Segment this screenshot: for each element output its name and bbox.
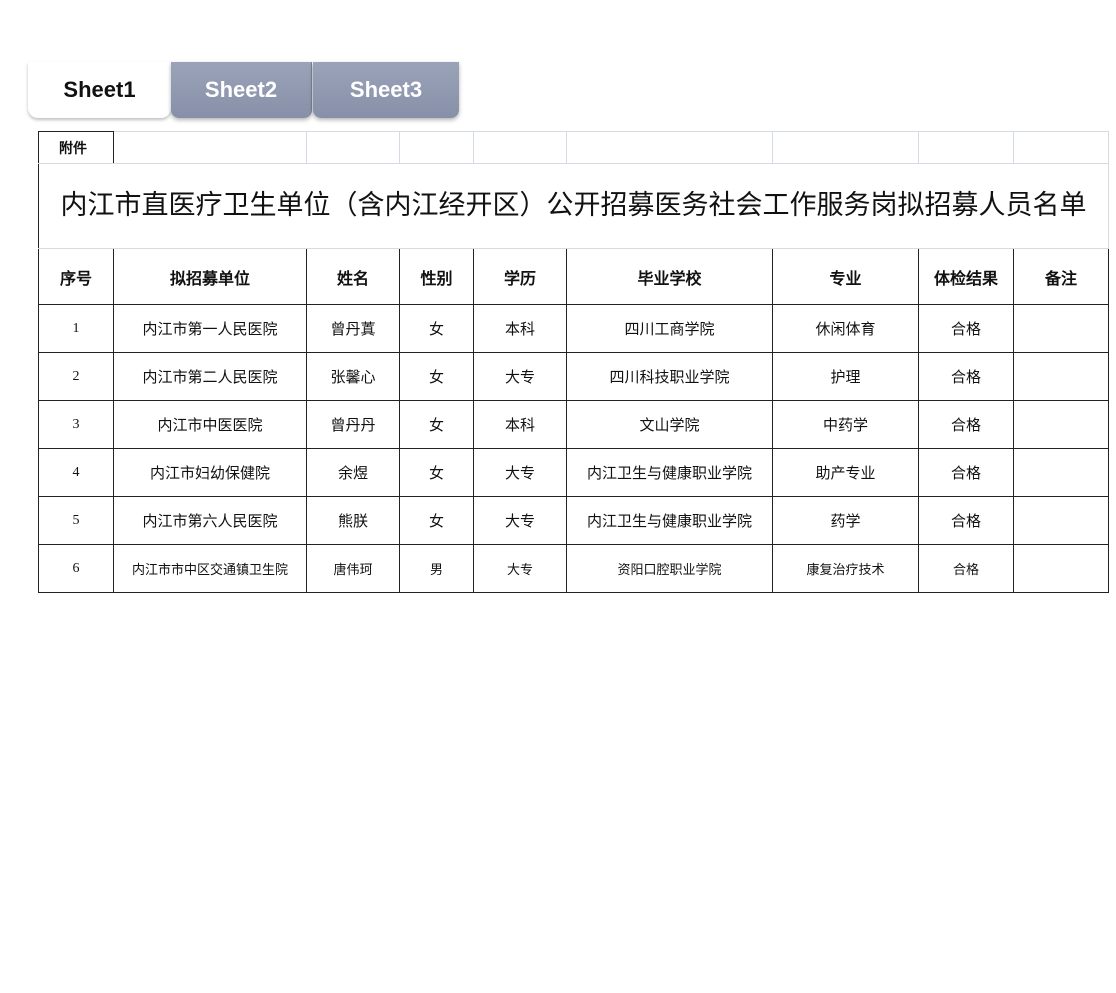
- cell-exam-result[interactable]: 合格: [918, 544, 1014, 593]
- cell-unit[interactable]: 内江市第一人民医院: [113, 304, 307, 353]
- cell-unit[interactable]: 内江市妇幼保健院: [113, 448, 307, 497]
- header-cell-gender[interactable]: 性别: [399, 248, 474, 305]
- cell-name[interactable]: 唐伟珂: [306, 544, 400, 593]
- cell-unit[interactable]: 内江市第六人民医院: [113, 496, 307, 545]
- cell-education[interactable]: 本科: [473, 400, 567, 449]
- cell-name[interactable]: 曾丹蒖: [306, 304, 400, 353]
- empty-cell[interactable]: [566, 131, 773, 164]
- cell-school[interactable]: 四川科技职业学院: [566, 352, 773, 401]
- attachment-row: 附件: [38, 131, 1109, 164]
- cell-gender[interactable]: 男: [399, 544, 474, 593]
- cell-remarks[interactable]: [1013, 352, 1109, 401]
- cell-name[interactable]: 张馨心: [306, 352, 400, 401]
- attachment-label[interactable]: 附件: [38, 131, 114, 164]
- cell-exam-result[interactable]: 合格: [918, 352, 1014, 401]
- header-cell-exam-result[interactable]: 体检结果: [918, 248, 1014, 305]
- cell-school[interactable]: 资阳口腔职业学院: [566, 544, 773, 593]
- table-row: 4 内江市妇幼保健院 余煜 女 大专 内江卫生与健康职业学院 助产专业 合格: [38, 448, 1109, 497]
- cell-major[interactable]: 助产专业: [772, 448, 919, 497]
- table-row: 3 内江市中医医院 曾丹丹 女 本科 文山学院 中药学 合格: [38, 400, 1109, 449]
- cell-education[interactable]: 大专: [473, 352, 567, 401]
- tab-sheet2[interactable]: Sheet2: [171, 62, 312, 118]
- sheet-tab-bar: Sheet1 Sheet2 Sheet3: [28, 62, 460, 118]
- cell-remarks[interactable]: [1013, 400, 1109, 449]
- cell-index[interactable]: 3: [38, 400, 114, 449]
- cell-index[interactable]: 1: [38, 304, 114, 353]
- cell-school[interactable]: 文山学院: [566, 400, 773, 449]
- cell-gender[interactable]: 女: [399, 448, 474, 497]
- cell-school[interactable]: 四川工商学院: [566, 304, 773, 353]
- cell-school[interactable]: 内江卫生与健康职业学院: [566, 448, 773, 497]
- cell-unit[interactable]: 内江市中医医院: [113, 400, 307, 449]
- header-cell-school[interactable]: 毕业学校: [566, 248, 773, 305]
- table-row: 6 内江市市中区交通镇卫生院 唐伟珂 男 大专 资阳口腔职业学院 康复治疗技术 …: [38, 544, 1109, 593]
- header-cell-remarks[interactable]: 备注: [1013, 248, 1109, 305]
- cell-remarks[interactable]: [1013, 496, 1109, 545]
- cell-unit[interactable]: 内江市市中区交通镇卫生院: [113, 544, 307, 593]
- empty-cell[interactable]: [1013, 131, 1109, 164]
- cell-index[interactable]: 5: [38, 496, 114, 545]
- table-row: 5 内江市第六人民医院 熊朕 女 大专 内江卫生与健康职业学院 药学 合格: [38, 496, 1109, 545]
- tab-sheet1[interactable]: Sheet1: [28, 62, 171, 118]
- cell-exam-result[interactable]: 合格: [918, 400, 1014, 449]
- header-cell-major[interactable]: 专业: [772, 248, 919, 305]
- tab-sheet3[interactable]: Sheet3: [313, 62, 459, 118]
- cell-school[interactable]: 内江卫生与健康职业学院: [566, 496, 773, 545]
- cell-name[interactable]: 曾丹丹: [306, 400, 400, 449]
- table-row: 1 内江市第一人民医院 曾丹蒖 女 本科 四川工商学院 休闲体育 合格: [38, 304, 1109, 353]
- cell-exam-result[interactable]: 合格: [918, 448, 1014, 497]
- header-row: 序号 拟招募单位 姓名 性别 学历 毕业学校 专业 体检结果 备注: [38, 248, 1109, 305]
- cell-education[interactable]: 大专: [473, 448, 567, 497]
- cell-gender[interactable]: 女: [399, 496, 474, 545]
- cell-remarks[interactable]: [1013, 448, 1109, 497]
- title-row: 内江市直医疗卫生单位（含内江经开区）公开招募医务社会工作服务岗拟招募人员名单: [38, 163, 1109, 249]
- header-cell-name[interactable]: 姓名: [306, 248, 400, 305]
- cell-major[interactable]: 中药学: [772, 400, 919, 449]
- empty-cell[interactable]: [473, 131, 567, 164]
- cell-index[interactable]: 4: [38, 448, 114, 497]
- cell-education[interactable]: 大专: [473, 544, 567, 593]
- cell-remarks[interactable]: [1013, 304, 1109, 353]
- cell-exam-result[interactable]: 合格: [918, 496, 1014, 545]
- cell-remarks[interactable]: [1013, 544, 1109, 593]
- cell-unit[interactable]: 内江市第二人民医院: [113, 352, 307, 401]
- cell-gender[interactable]: 女: [399, 400, 474, 449]
- cell-major[interactable]: 药学: [772, 496, 919, 545]
- cell-index[interactable]: 6: [38, 544, 114, 593]
- cell-major[interactable]: 护理: [772, 352, 919, 401]
- cell-exam-result[interactable]: 合格: [918, 304, 1014, 353]
- cell-gender[interactable]: 女: [399, 304, 474, 353]
- empty-cell[interactable]: [772, 131, 919, 164]
- header-cell-education[interactable]: 学历: [473, 248, 567, 305]
- cell-name[interactable]: 余煜: [306, 448, 400, 497]
- empty-cell[interactable]: [399, 131, 474, 164]
- cell-education[interactable]: 本科: [473, 304, 567, 353]
- empty-cell[interactable]: [918, 131, 1014, 164]
- cell-name[interactable]: 熊朕: [306, 496, 400, 545]
- sheet-title[interactable]: 内江市直医疗卫生单位（含内江经开区）公开招募医务社会工作服务岗拟招募人员名单: [38, 163, 1109, 249]
- cell-index[interactable]: 2: [38, 352, 114, 401]
- table-row: 2 内江市第二人民医院 张馨心 女 大专 四川科技职业学院 护理 合格: [38, 352, 1109, 401]
- empty-cell[interactable]: [306, 131, 400, 164]
- cell-gender[interactable]: 女: [399, 352, 474, 401]
- cell-major[interactable]: 康复治疗技术: [772, 544, 919, 593]
- spreadsheet-table: 附件 内江市直医疗卫生单位（含内江经开区）公开招募医务社会工作服务岗拟招募人员名…: [38, 131, 1109, 593]
- empty-cell[interactable]: [113, 131, 307, 164]
- cell-major[interactable]: 休闲体育: [772, 304, 919, 353]
- cell-education[interactable]: 大专: [473, 496, 567, 545]
- header-cell-unit[interactable]: 拟招募单位: [113, 248, 307, 305]
- header-cell-index[interactable]: 序号: [38, 248, 114, 305]
